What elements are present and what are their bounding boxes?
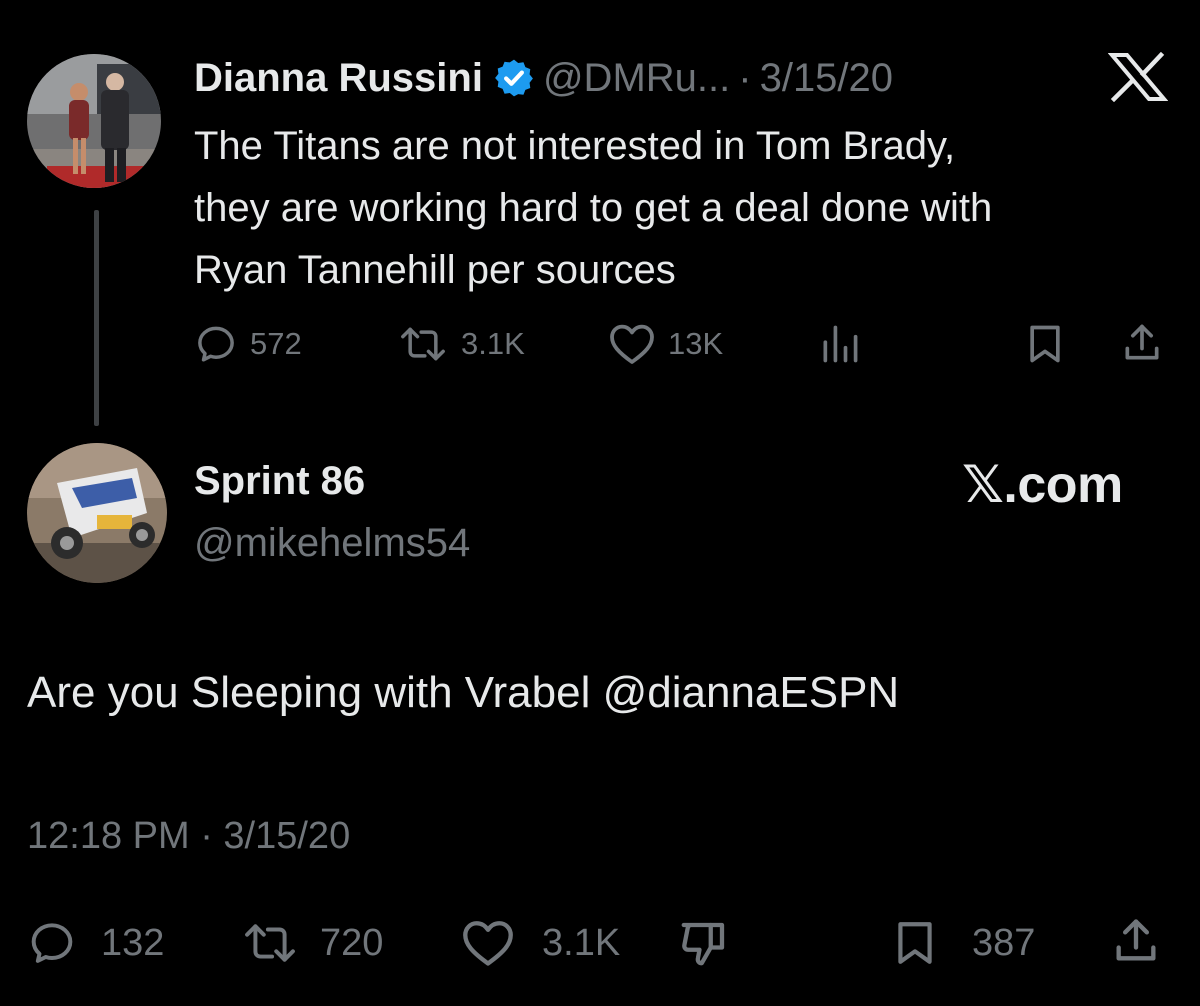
avatar-photo-icon bbox=[27, 443, 167, 583]
share-icon[interactable] bbox=[1120, 320, 1164, 366]
thread-line bbox=[94, 210, 99, 426]
repost-button[interactable]: 3.1K bbox=[397, 322, 525, 366]
bookmark-icon bbox=[898, 922, 932, 964]
quoted-tweet-header: Dianna Russini @DMRu... · 3/15/20 bbox=[194, 50, 893, 106]
repost-button[interactable]: 720 bbox=[240, 918, 383, 968]
repost-count: 720 bbox=[320, 921, 384, 964]
reply-author-name[interactable]: Sprint 86 bbox=[194, 459, 365, 504]
like-icon bbox=[610, 324, 654, 364]
reply-icon bbox=[198, 326, 234, 362]
repost-icon bbox=[401, 327, 445, 361]
x-logo-icon[interactable] bbox=[1108, 52, 1168, 102]
x-com-watermark: 𝕏.com bbox=[962, 456, 1123, 514]
author-name[interactable]: Dianna Russini bbox=[194, 56, 483, 101]
reply-button[interactable]: 572 bbox=[194, 322, 302, 366]
reply-author-handle[interactable]: @mikehelms54 bbox=[194, 521, 470, 566]
reply-button[interactable]: 132 bbox=[27, 918, 164, 968]
share-icon[interactable] bbox=[1110, 914, 1162, 968]
reply-tweet-text: Are you Sleeping with Vrabel @diannaESPN bbox=[27, 668, 900, 717]
verified-badge-icon bbox=[495, 59, 533, 97]
reply-author-avatar[interactable] bbox=[27, 443, 167, 583]
like-icon bbox=[463, 921, 513, 966]
bookmark-count: 387 bbox=[972, 921, 1036, 964]
like-count: 13K bbox=[668, 326, 724, 361]
reply-timestamp[interactable]: 12:18 PM · 3/15/20 bbox=[27, 815, 350, 858]
bookmark-icon[interactable] bbox=[1024, 322, 1066, 366]
reply-icon bbox=[31, 923, 73, 963]
author-avatar[interactable] bbox=[27, 54, 161, 188]
repost-count: 3.1K bbox=[461, 326, 525, 361]
like-button[interactable]: 13K bbox=[608, 322, 723, 366]
like-count: 3.1K bbox=[542, 921, 621, 964]
reply-count: 572 bbox=[250, 326, 302, 361]
like-button[interactable]: 3.1K bbox=[460, 918, 620, 968]
repost-icon bbox=[245, 924, 295, 962]
quoted-tweet-text: The Titans are not interested in Tom Bra… bbox=[194, 124, 993, 292]
bookmark-button[interactable]: 387 bbox=[890, 918, 1035, 968]
tweet-date[interactable]: 3/15/20 bbox=[760, 56, 893, 101]
author-handle[interactable]: @DMRu... bbox=[543, 56, 730, 101]
reply-count: 132 bbox=[101, 921, 165, 964]
header-separator: · bbox=[738, 55, 752, 100]
dislike-icon[interactable] bbox=[676, 916, 732, 970]
analytics-icon[interactable] bbox=[818, 322, 862, 366]
avatar-photo-icon bbox=[27, 54, 161, 188]
